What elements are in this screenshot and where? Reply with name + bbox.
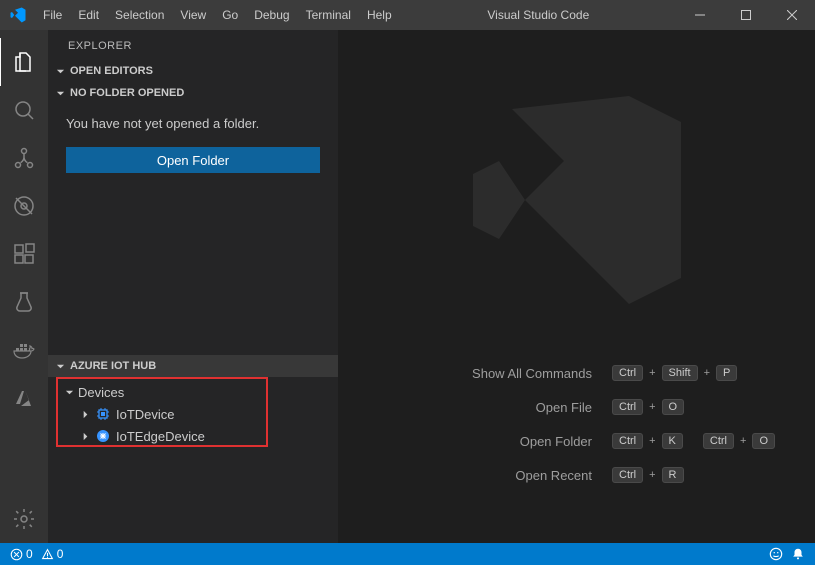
maximize-button[interactable] bbox=[723, 0, 769, 30]
window-controls bbox=[677, 0, 815, 30]
test-icon[interactable] bbox=[0, 278, 48, 326]
azure-iot-hub-label: AZURE IOT HUB bbox=[70, 360, 156, 372]
tree-node-devices[interactable]: Devices bbox=[48, 381, 338, 403]
tree-node-label: Devices bbox=[78, 385, 124, 400]
tree-node-iotedgedevice[interactable]: IoTEdgeDevice bbox=[48, 425, 338, 447]
vscode-logo-icon bbox=[0, 6, 35, 24]
welcome-shortcuts: Show All Commands Ctrl+ Shift+ P Open Fi… bbox=[472, 365, 775, 483]
key: P bbox=[716, 365, 737, 381]
tree-node-label: IoTDevice bbox=[116, 407, 175, 422]
minimize-button[interactable] bbox=[677, 0, 723, 30]
open-folder-button[interactable]: Open Folder bbox=[66, 147, 320, 173]
warning-icon bbox=[41, 548, 54, 561]
key: Ctrl bbox=[612, 365, 643, 381]
title-bar: File Edit Selection View Go Debug Termin… bbox=[0, 0, 815, 30]
shortcut-label: Open File bbox=[472, 400, 592, 415]
shortcut-keys: Ctrl+ R bbox=[612, 467, 775, 483]
iot-device-tree: Devices IoTDevice IoTEdgeDevice bbox=[48, 377, 338, 543]
shortcut-keys: Ctrl+ Shift+ P bbox=[612, 365, 775, 381]
source-control-icon[interactable] bbox=[0, 134, 48, 182]
edge-device-icon bbox=[94, 428, 112, 444]
key: Ctrl bbox=[612, 433, 643, 449]
activity-bar bbox=[0, 30, 48, 543]
shortcut-keys: Ctrl+ K Ctrl+ O bbox=[612, 433, 775, 449]
chip-icon bbox=[94, 406, 112, 422]
key: R bbox=[662, 467, 684, 483]
explorer-sidebar: EXPLORER OPEN EDITORS NO FOLDER OPENED Y… bbox=[48, 30, 338, 543]
status-bar: 0 0 bbox=[0, 543, 815, 565]
chevron-down-icon bbox=[54, 89, 66, 98]
open-editors-header[interactable]: OPEN EDITORS bbox=[48, 60, 338, 82]
chevron-down-icon bbox=[54, 67, 66, 76]
status-bell-icon[interactable] bbox=[791, 547, 805, 561]
menu-view[interactable]: View bbox=[172, 8, 214, 22]
no-folder-label: NO FOLDER OPENED bbox=[70, 87, 184, 99]
chevron-down-icon bbox=[54, 362, 66, 371]
menu-help[interactable]: Help bbox=[359, 8, 400, 22]
shortcut-label: Open Folder bbox=[472, 434, 592, 449]
docker-icon[interactable] bbox=[0, 326, 48, 374]
key: O bbox=[752, 433, 775, 449]
key: Ctrl bbox=[703, 433, 734, 449]
chevron-right-icon bbox=[80, 410, 90, 419]
status-warnings[interactable]: 0 bbox=[41, 547, 64, 561]
search-icon[interactable] bbox=[0, 86, 48, 134]
azure-iot-hub-header[interactable]: AZURE IOT HUB bbox=[48, 355, 338, 377]
chevron-down-icon bbox=[64, 388, 74, 397]
warning-count: 0 bbox=[57, 547, 64, 561]
open-editors-label: OPEN EDITORS bbox=[70, 65, 153, 77]
key: O bbox=[662, 399, 685, 415]
shortcut-keys: Ctrl+ O bbox=[612, 399, 775, 415]
debug-icon[interactable] bbox=[0, 182, 48, 230]
menu-go[interactable]: Go bbox=[214, 8, 246, 22]
settings-gear-icon[interactable] bbox=[0, 495, 48, 543]
extensions-icon[interactable] bbox=[0, 230, 48, 278]
sidebar-title: EXPLORER bbox=[48, 30, 338, 60]
key: Ctrl bbox=[612, 399, 643, 415]
status-errors[interactable]: 0 bbox=[10, 547, 33, 561]
menu-file[interactable]: File bbox=[35, 8, 70, 22]
tree-node-iotdevice[interactable]: IoTDevice bbox=[48, 403, 338, 425]
shortcut-label: Show All Commands bbox=[472, 366, 592, 381]
menu-edit[interactable]: Edit bbox=[70, 8, 107, 22]
menu-terminal[interactable]: Terminal bbox=[298, 8, 359, 22]
key: Ctrl bbox=[612, 467, 643, 483]
window-title: Visual Studio Code bbox=[400, 8, 677, 22]
error-count: 0 bbox=[26, 547, 33, 561]
vscode-watermark-icon bbox=[447, 70, 707, 330]
azure-icon[interactable] bbox=[0, 374, 48, 422]
chevron-right-icon bbox=[80, 432, 90, 441]
editor-welcome-area: Show All Commands Ctrl+ Shift+ P Open Fi… bbox=[338, 30, 815, 543]
menu-selection[interactable]: Selection bbox=[107, 8, 172, 22]
shortcut-label: Open Recent bbox=[472, 468, 592, 483]
menu-bar: File Edit Selection View Go Debug Termin… bbox=[35, 8, 400, 22]
menu-debug[interactable]: Debug bbox=[246, 8, 297, 22]
no-folder-message: You have not yet opened a folder. bbox=[48, 104, 338, 141]
explorer-icon[interactable] bbox=[0, 38, 47, 86]
key: K bbox=[662, 433, 683, 449]
status-feedback-icon[interactable] bbox=[769, 547, 783, 561]
error-icon bbox=[10, 548, 23, 561]
key: Shift bbox=[662, 365, 698, 381]
close-button[interactable] bbox=[769, 0, 815, 30]
no-folder-header[interactable]: NO FOLDER OPENED bbox=[48, 82, 338, 104]
tree-node-label: IoTEdgeDevice bbox=[116, 429, 205, 444]
